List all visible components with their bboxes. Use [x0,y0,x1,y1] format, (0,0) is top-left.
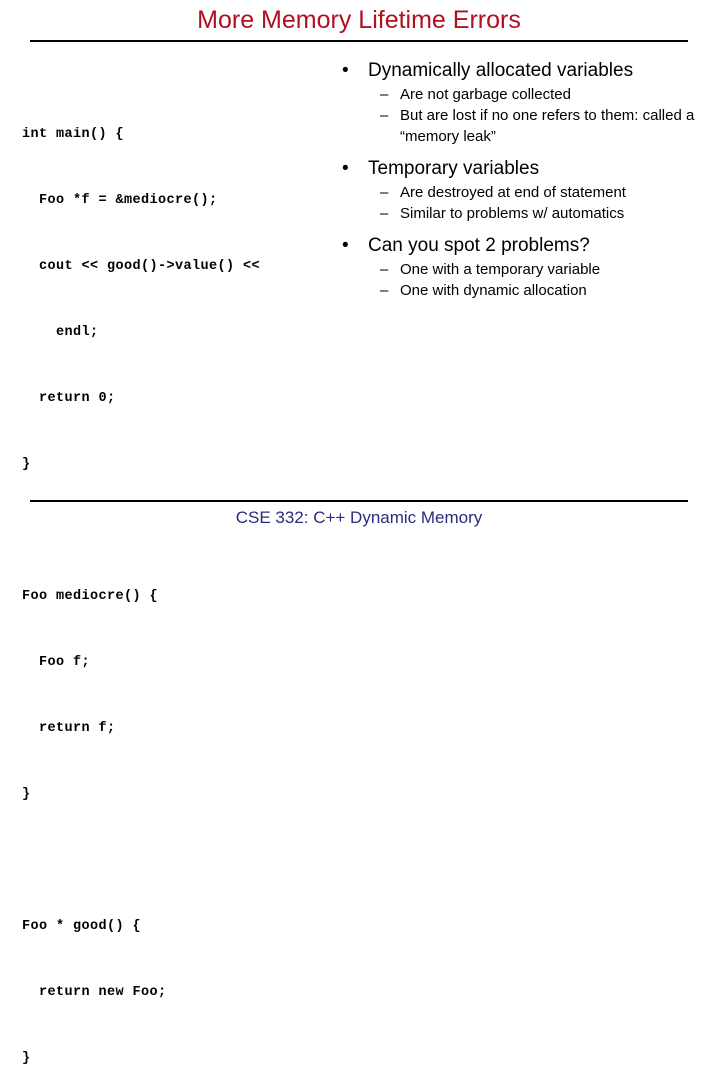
bullet-level2-label: Are destroyed at end of statement [400,184,626,201]
bullet-column: • Dynamically allocated variables – Are … [336,58,720,301]
code-line: } [22,787,31,802]
bullet-dot-icon: • [342,235,349,256]
code-line: Foo *f = &mediocre(); [22,193,218,208]
bullet-level2-label: One with dynamic allocation [400,282,587,299]
bullet-level1: • Dynamically allocated variables [336,58,720,84]
bullet-dash-icon: – [380,282,389,299]
bullet-level2: – One with a temporary variable [336,259,720,280]
title-divider [30,40,688,42]
code-line: Foo f; [22,655,91,670]
bullet-dash-icon: – [380,107,389,124]
bullet-level2: – But are lost if no one refers to them:… [336,105,720,147]
bullet-level2-label: One with a temporary variable [400,261,601,278]
bullet-dash-icon: – [380,205,389,222]
code-line: return new Foo; [22,985,167,1000]
bullet-level2-label: Similar to problems w/ automatics [400,205,625,222]
bullet-dot-icon: • [342,60,349,81]
bullet-level2-label: Are not garbage collected [400,86,571,103]
bullet-dash-icon: – [380,86,389,103]
bullet-level1-label: Temporary variables [368,158,540,179]
code-block: Foo mediocre() { Foo f; return f; } [22,542,332,850]
bullet-level1: • Temporary variables [336,156,720,182]
bullet-level2: – Are not garbage collected [336,84,720,105]
bullet-level2: – Are destroyed at end of statement [336,182,720,203]
bullet-dash-icon: – [380,184,389,201]
code-line: } [22,1051,31,1066]
code-column: int main() { Foo *f = &mediocre(); cout … [22,80,332,1080]
bullet-level1: • Can you spot 2 problems? [336,233,720,259]
code-block: Foo * good() { return new Foo; } [22,872,332,1080]
bullet-dot-icon: • [342,158,349,179]
bullet-level1-label: Can you spot 2 problems? [368,235,590,256]
footer-text: CSE 332: C++ Dynamic Memory [235,508,483,527]
bullet-level2: – Similar to problems w/ automatics [336,203,720,224]
code-line: cout << good()->value() << [22,259,261,274]
bullet-level2: – One with dynamic allocation [336,280,720,301]
slide: More Memory Lifetime Errors int main() {… [0,0,720,1066]
code-line: return f; [22,721,116,736]
code-line: return 0; [22,391,116,406]
page-title: More Memory Lifetime Errors [197,6,521,34]
code-line: } [22,457,31,472]
bullet-level1-label: Dynamically allocated variables [368,60,634,81]
footer-divider [30,500,688,502]
bullet-level2-label: But are lost if no one refers to them: c… [400,107,695,145]
code-line: int main() { [22,127,125,142]
code-line: Foo * good() { [22,919,142,934]
code-line: endl; [22,325,99,340]
code-line: Foo mediocre() { [22,589,159,604]
bullet-dash-icon: – [380,261,389,278]
code-block: int main() { Foo *f = &mediocre(); cout … [22,80,332,520]
